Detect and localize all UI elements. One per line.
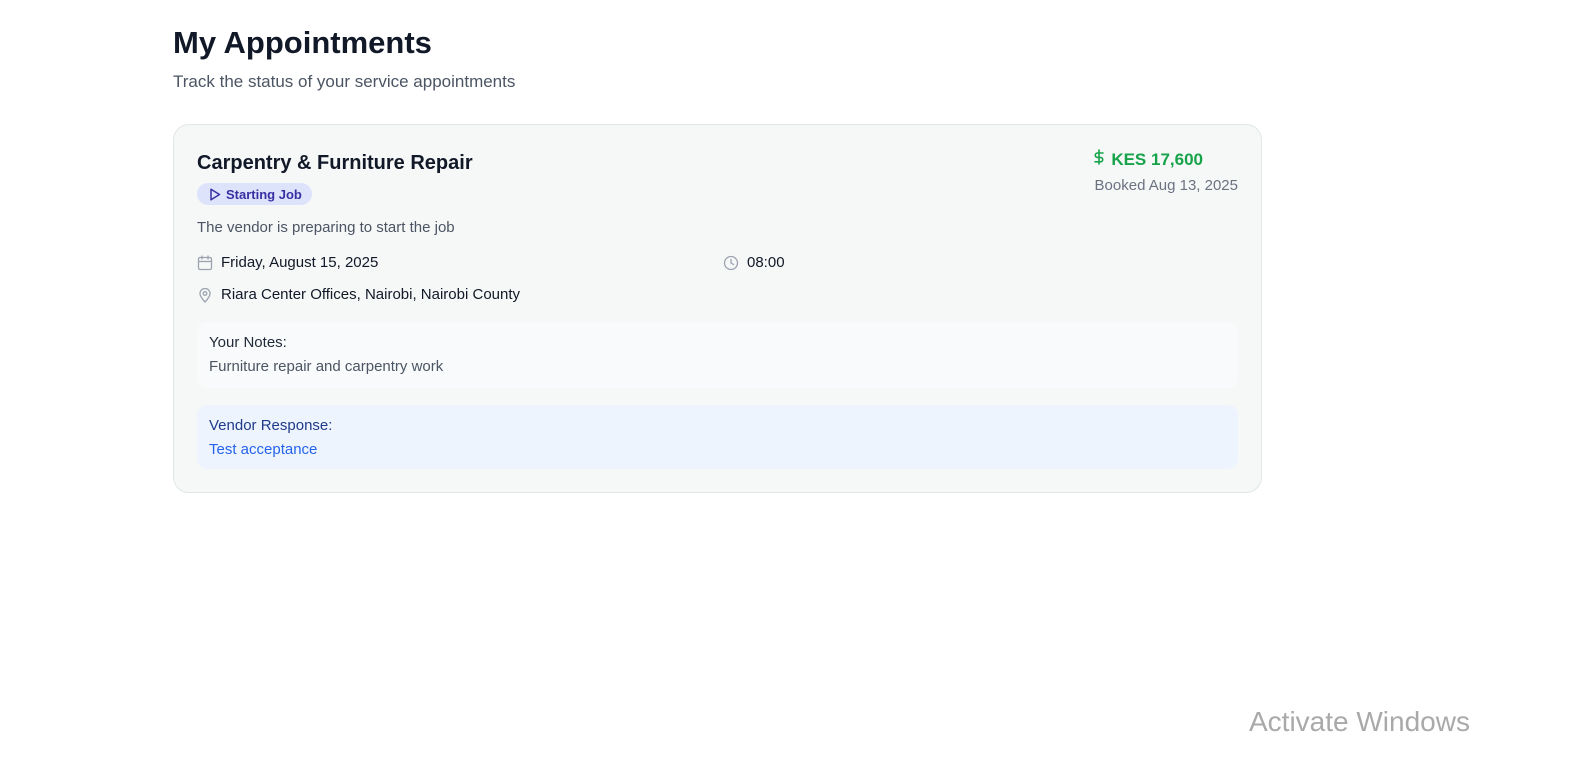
booked-date: Booked Aug 13, 2025 bbox=[1094, 177, 1238, 194]
page-subtitle: Track the status of your service appoint… bbox=[173, 72, 516, 91]
notes-box: Your Notes: Furniture repair and carpent… bbox=[197, 322, 1238, 388]
price: KES 17,600 bbox=[1093, 149, 1203, 171]
map-pin-icon bbox=[197, 287, 213, 303]
service-title: Carpentry & Furniture Repair bbox=[197, 152, 473, 174]
calendar-icon bbox=[197, 255, 213, 271]
page-header: My Appointments Track the status of your… bbox=[173, 24, 1273, 93]
time-text: 08:00 bbox=[747, 254, 785, 271]
location-text: Riara Center Offices, Nairobi, Nairobi C… bbox=[221, 286, 521, 303]
activate-windows-watermark: Activate Windows bbox=[1249, 706, 1470, 737]
status-description: The vendor is preparing to start the job bbox=[197, 219, 455, 236]
status-label: Starting Job bbox=[226, 186, 302, 202]
vendor-response-label: Vendor Response: bbox=[209, 417, 333, 434]
notes-label: Your Notes: bbox=[209, 334, 287, 351]
appointment-location: Riara Center Offices, Nairobi, Nairobi C… bbox=[197, 285, 520, 305]
date-text: Friday, August 15, 2025 bbox=[221, 254, 379, 271]
play-icon bbox=[209, 187, 221, 201]
dollar-icon bbox=[1093, 149, 1105, 171]
appointment-date: Friday, August 15, 2025 bbox=[197, 253, 378, 273]
page-title: My Appointments bbox=[173, 25, 432, 60]
notes-text: Furniture repair and carpentry work bbox=[209, 358, 444, 375]
appointment-card[interactable]: Carpentry & Furniture Repair Starting Jo… bbox=[173, 124, 1262, 493]
price-value: KES 17,600 bbox=[1111, 150, 1203, 169]
vendor-response-text: Test acceptance bbox=[209, 441, 318, 458]
status-badge: Starting Job bbox=[197, 183, 312, 205]
vendor-response-box: Vendor Response: Test acceptance bbox=[197, 405, 1238, 469]
appointment-time: 08:00 bbox=[723, 253, 785, 273]
clock-icon bbox=[723, 255, 739, 271]
